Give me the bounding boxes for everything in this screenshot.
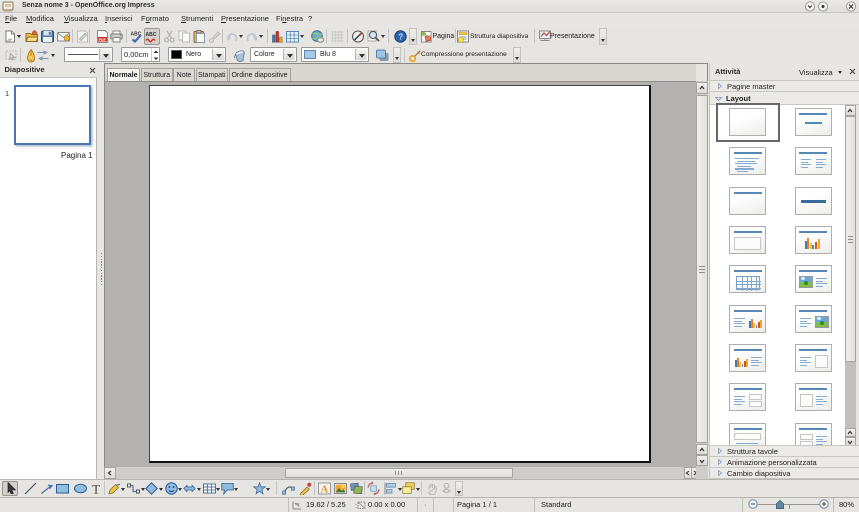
- svg-text::: :: [355, 503, 357, 510]
- svg-text:T: T: [92, 483, 100, 496]
- svg-text:PDF: PDF: [99, 38, 107, 42]
- svg-text:A: A: [321, 485, 329, 495]
- svg-text:?: ?: [398, 33, 403, 42]
- svg-text:ABC: ABC: [146, 32, 157, 38]
